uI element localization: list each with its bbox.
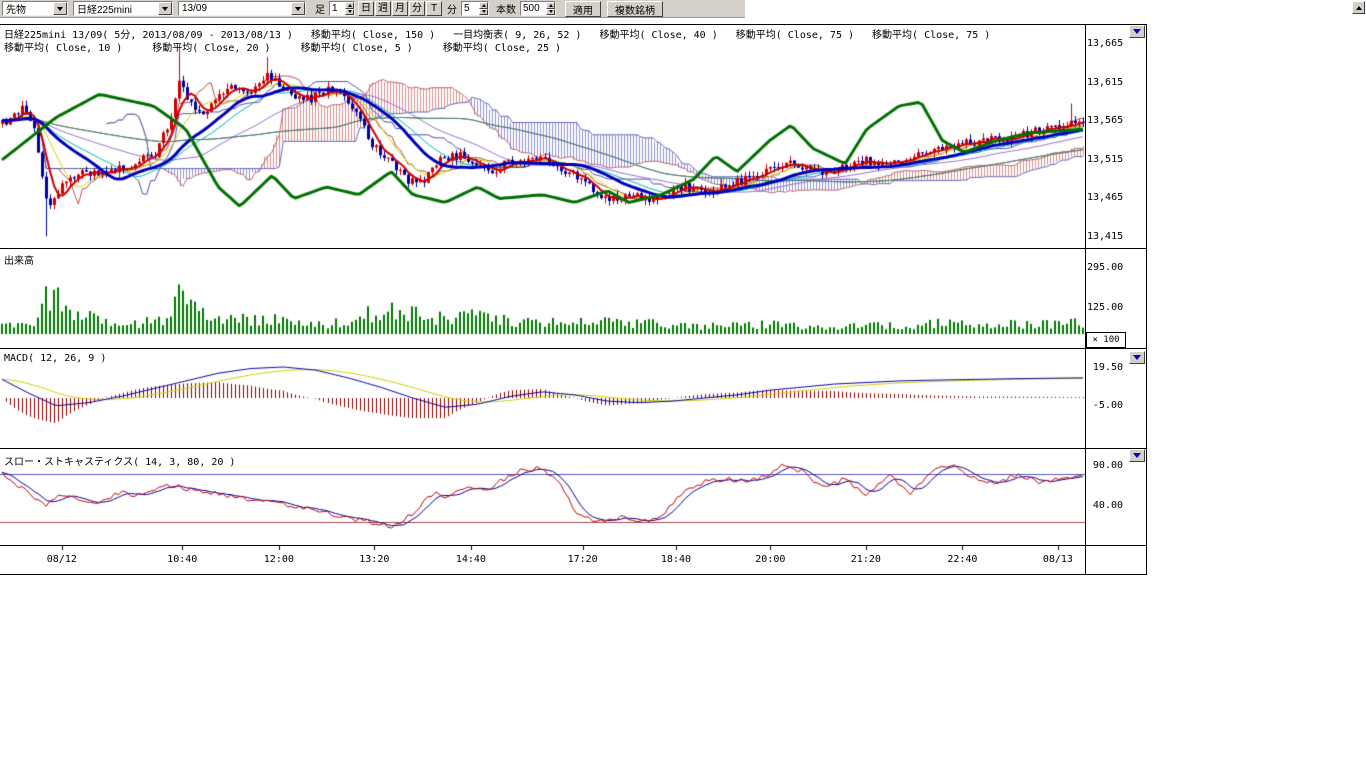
symbol-select[interactable]: 日経225mini — [73, 1, 173, 16]
indicator-label: 移動平均( Close, 5 ) — [301, 43, 413, 54]
pane-divider — [0, 24, 1147, 25]
price-axis-label: 13,465 — [1087, 192, 1123, 203]
symbol-select-value: 日経225mini — [74, 1, 158, 16]
stoch-pane-title: スロー・ストキャスティクス( 14, 3, 80, 20 ) — [4, 453, 235, 468]
x-axis-label: 12:00 — [264, 554, 294, 565]
x-axis-label: 08/12 — [47, 554, 77, 565]
chevron-down-icon[interactable] — [53, 2, 67, 15]
indicator-label: 移動平均( Close, 75 ) — [872, 30, 990, 41]
price-pane-title-row2: 移動平均( Close, 10 ) 移動平均( Close, 20 ) 移動平均( … — [4, 39, 591, 54]
apply-button[interactable]: 適用 — [565, 1, 601, 17]
spin-down-icon[interactable] — [345, 9, 354, 16]
price-pane-menu-button[interactable] — [1129, 25, 1145, 38]
stoch-title-label: スロー・ストキャスティクス( 14, 3, 80, 20 ) — [4, 457, 235, 468]
indicator-label: 移動平均( Close, 40 ) — [599, 30, 717, 41]
period-week-button[interactable]: 週 — [375, 1, 391, 16]
pane-divider — [0, 348, 1147, 349]
chart-canvas[interactable] — [0, 24, 1085, 575]
pane-divider — [0, 448, 1147, 449]
bar-count-value: 500 — [521, 3, 546, 14]
scroll-up-button[interactable] — [1352, 1, 1365, 14]
volume-pane-title: 出来高 — [4, 252, 34, 267]
category-select-value: 先物 — [3, 1, 53, 16]
bar-multiplier-value: 1 — [330, 3, 345, 14]
contract-month-select[interactable]: 13/09 — [178, 1, 306, 16]
bar-count-spinner[interactable]: 500 — [520, 1, 556, 16]
x-axis-label: 20:00 — [755, 554, 785, 565]
bar-count-label: 本数 — [496, 1, 516, 16]
x-axis-label: 22:40 — [947, 554, 977, 565]
macd-pane-title: MACD( 12, 26, 9 ) — [4, 353, 106, 364]
stoch-pane-menu-button[interactable] — [1129, 449, 1145, 462]
x-axis-label: 08/13 — [1043, 554, 1073, 565]
volume-multiplier-box: × 100 — [1086, 332, 1126, 348]
macd-pane-menu-button[interactable] — [1129, 351, 1145, 364]
chevron-down-icon[interactable] — [291, 2, 305, 15]
x-axis-label: 14:40 — [456, 554, 486, 565]
period-minute-button[interactable]: 分 — [409, 1, 425, 16]
chevron-down-icon[interactable] — [158, 2, 172, 15]
stoch-axis-label: 90.00 — [1087, 460, 1123, 471]
spin-down-icon[interactable] — [479, 9, 488, 16]
multi-symbol-button[interactable]: 複数銘柄 — [607, 1, 663, 17]
price-axis-label: 13,415 — [1087, 231, 1123, 242]
macd-axis-label: 19.50 — [1087, 362, 1123, 373]
minute-value-spinner[interactable]: 5 — [461, 1, 489, 16]
indicator-label: 移動平均( Close, 75 ) — [736, 30, 854, 41]
price-axis-label: 13,515 — [1087, 154, 1123, 165]
x-axis-label: 21:20 — [851, 554, 881, 565]
indicator-label: 移動平均( Close, 20 ) — [152, 43, 270, 54]
bar-multiplier-spinner[interactable]: 1 — [329, 1, 355, 16]
chart-panel: 日経225mini 13/09( 5分, 2013/08/09 - 2013/0… — [0, 24, 1147, 575]
chevron-down-icon — [1133, 355, 1141, 360]
x-axis-label: 13:20 — [359, 554, 389, 565]
volume-title-label: 出来高 — [4, 256, 34, 267]
period-month-button[interactable]: 月 — [392, 1, 408, 16]
minute-value: 5 — [462, 3, 479, 14]
chevron-down-icon — [1133, 453, 1141, 458]
spin-down-icon[interactable] — [546, 9, 555, 16]
price-axis-label: 13,665 — [1087, 38, 1123, 49]
x-axis-label: 17:20 — [568, 554, 598, 565]
pane-divider — [0, 248, 1147, 249]
period-day-button[interactable]: 日 — [358, 1, 374, 16]
pane-divider — [0, 545, 1147, 546]
macd-title-label: MACD( 12, 26, 9 ) — [4, 353, 106, 364]
price-axis-label: 13,565 — [1087, 115, 1123, 126]
volume-axis-label: 125.00 — [1087, 302, 1123, 313]
category-select[interactable]: 先物 — [2, 1, 68, 16]
x-axis-label: 10:40 — [167, 554, 197, 565]
volume-axis-label: 295.00 — [1087, 262, 1123, 273]
indicator-label: 移動平均( Close, 25 ) — [443, 43, 561, 54]
window-border — [1146, 24, 1147, 575]
axis-border — [1085, 24, 1086, 575]
bar-type-label: 足 — [315, 1, 325, 16]
arrow-up-icon — [1356, 6, 1362, 10]
indicator-label: 移動平均( Close, 10 ) — [4, 43, 122, 54]
toolbar: 先物 日経225mini 13/09 足 1 日 週 月 分 T 分 5 本数 … — [0, 0, 745, 18]
minute-label: 分 — [447, 1, 457, 16]
contract-month-value: 13/09 — [179, 3, 291, 14]
x-axis-label: 18:40 — [661, 554, 691, 565]
macd-axis-label: -5.00 — [1087, 400, 1123, 411]
price-axis-label: 13,615 — [1087, 77, 1123, 88]
stoch-axis-label: 40.00 — [1087, 500, 1123, 511]
pane-divider — [0, 574, 1147, 575]
chevron-down-icon — [1133, 29, 1141, 34]
period-tick-button[interactable]: T — [426, 1, 442, 16]
